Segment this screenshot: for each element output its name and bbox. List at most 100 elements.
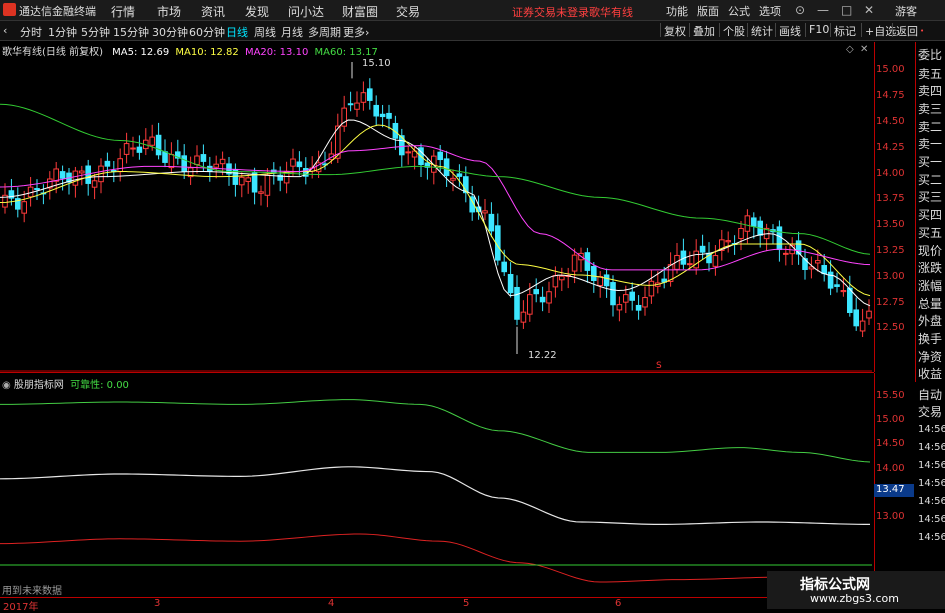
date-tick: 6 bbox=[615, 598, 622, 609]
btn-huaxian[interactable]: 画线 bbox=[775, 23, 801, 38]
menu-gongshi[interactable]: 公式 bbox=[728, 3, 750, 19]
candle-body bbox=[72, 170, 79, 186]
candle-body bbox=[738, 227, 744, 239]
period-multi[interactable]: 多周期 bbox=[308, 24, 341, 40]
side-sell2: 卖二 bbox=[918, 120, 943, 134]
price-tick: 13.75 bbox=[876, 193, 905, 204]
side-trade[interactable]: 交易 bbox=[918, 403, 942, 420]
btn-biaoji[interactable]: 标记 bbox=[830, 23, 856, 38]
candle-body bbox=[360, 92, 367, 103]
guest-label[interactable]: 游客 bbox=[895, 3, 917, 19]
candle-body bbox=[725, 240, 732, 243]
indicator-chart[interactable] bbox=[0, 386, 872, 586]
candle-body bbox=[251, 172, 258, 193]
candle-body bbox=[21, 201, 27, 214]
indicator-tick: 14.00 bbox=[876, 463, 905, 474]
candle-body bbox=[616, 304, 623, 311]
period-1min[interactable]: 1分钟 bbox=[48, 24, 77, 40]
period-daily[interactable]: 日线 bbox=[226, 24, 248, 40]
settings-icon[interactable]: ⊙ bbox=[795, 3, 805, 17]
candle-body bbox=[853, 309, 860, 327]
candle-body bbox=[194, 155, 200, 166]
period-more[interactable]: 更多› bbox=[343, 24, 369, 40]
candle-body bbox=[847, 287, 853, 314]
app-title: 通达信金融终端 bbox=[19, 5, 96, 18]
close-icon[interactable]: ✕ bbox=[864, 3, 874, 17]
btn-fuquan[interactable]: 复权 bbox=[660, 23, 686, 38]
candle-body bbox=[456, 173, 463, 177]
candle-body bbox=[648, 280, 655, 297]
side-buy2: 买二 bbox=[918, 173, 943, 187]
candle-body bbox=[373, 104, 379, 117]
side-sell3: 卖三 bbox=[918, 102, 943, 116]
period-5min[interactable]: 5分钟 bbox=[81, 24, 110, 40]
watermark-url: www.zbgs3.com bbox=[810, 592, 899, 605]
candle-body bbox=[379, 113, 386, 118]
sidebar-toggle[interactable]: • bbox=[920, 27, 924, 35]
candle-body bbox=[610, 282, 616, 306]
side-buy1: 买一 bbox=[918, 155, 943, 169]
menu-banmian[interactable]: 版面 bbox=[697, 3, 719, 19]
candle-body bbox=[571, 254, 578, 272]
title-stock-name: 歌华有线 bbox=[589, 6, 633, 19]
candle-body bbox=[91, 180, 98, 188]
candle-body bbox=[117, 158, 124, 173]
period-fenshi[interactable]: 分时 bbox=[20, 24, 42, 40]
candle-body bbox=[354, 102, 360, 110]
minimize-icon[interactable]: — bbox=[817, 3, 829, 17]
trade-time: 14:56 bbox=[918, 478, 945, 489]
btn-tongji[interactable]: 统计 bbox=[747, 23, 773, 38]
btn-f10[interactable]: F10 bbox=[805, 23, 829, 37]
side-auto[interactable]: 自动 bbox=[918, 386, 942, 403]
candle-body bbox=[527, 294, 533, 315]
menu-gongneng[interactable]: 功能 bbox=[666, 3, 688, 19]
menu-hangqing[interactable]: 行情 bbox=[111, 3, 135, 20]
btn-add-watchlist[interactable]: +自选 bbox=[861, 23, 896, 38]
menu-wenxiaoda[interactable]: 问小达 bbox=[288, 3, 324, 20]
candle-body bbox=[533, 289, 540, 295]
low-price-label: 12.22 bbox=[528, 350, 557, 361]
price-tick: 12.75 bbox=[876, 297, 905, 308]
period-15min[interactable]: 15分钟 bbox=[113, 24, 149, 40]
period-30min[interactable]: 30分钟 bbox=[152, 24, 188, 40]
back-arrow-icon[interactable]: ‹ bbox=[3, 24, 7, 37]
trade-login-notice[interactable]: 证券交易未登录 bbox=[512, 4, 589, 20]
maximize-icon[interactable]: □ bbox=[841, 3, 852, 17]
candle-body bbox=[296, 161, 303, 168]
menu-jiaoyi[interactable]: 交易 bbox=[396, 3, 420, 20]
candle-body bbox=[219, 158, 226, 165]
trade-time: 14:56 bbox=[918, 514, 945, 525]
menu-zixun[interactable]: 资讯 bbox=[201, 3, 225, 20]
period-60min[interactable]: 60分钟 bbox=[189, 24, 225, 40]
candle-body bbox=[450, 177, 456, 181]
menu-shichang[interactable]: 市场 bbox=[157, 3, 181, 20]
menu-caifuquan[interactable]: 财富圈 bbox=[342, 3, 378, 20]
period-monthly[interactable]: 月线 bbox=[281, 24, 303, 40]
menu-xuanxiang[interactable]: 选项 bbox=[759, 3, 781, 19]
side-change-pct: 涨幅 bbox=[918, 279, 943, 293]
date-tick: 4 bbox=[328, 598, 335, 609]
candle-body bbox=[507, 273, 514, 294]
ma10-line bbox=[0, 124, 871, 297]
candle-body bbox=[744, 215, 751, 232]
side-turnover: 换手 bbox=[918, 332, 943, 346]
candle-body bbox=[264, 174, 271, 196]
panel-divider bbox=[0, 372, 874, 373]
candle-body bbox=[629, 291, 636, 301]
candle-body bbox=[623, 294, 629, 303]
menu-faxian[interactable]: 发现 bbox=[245, 3, 269, 20]
candle-body bbox=[821, 265, 828, 275]
candlestick-chart[interactable] bbox=[0, 42, 872, 372]
indicator-red-line bbox=[0, 533, 871, 583]
btn-diejia[interactable]: 叠加 bbox=[689, 23, 715, 38]
period-weekly[interactable]: 周线 bbox=[254, 24, 276, 40]
candle-body bbox=[437, 151, 443, 161]
candle-body bbox=[514, 286, 520, 320]
btn-gegu[interactable]: 个股 bbox=[719, 23, 745, 38]
btn-back[interactable]: 返回 bbox=[892, 23, 918, 38]
side-buy4: 买四 bbox=[918, 208, 943, 222]
candle-body bbox=[405, 151, 411, 154]
current-value-badge: 13.47 bbox=[874, 484, 914, 497]
indicator-tick: 15.00 bbox=[876, 414, 905, 425]
price-tick: 14.50 bbox=[876, 116, 905, 127]
